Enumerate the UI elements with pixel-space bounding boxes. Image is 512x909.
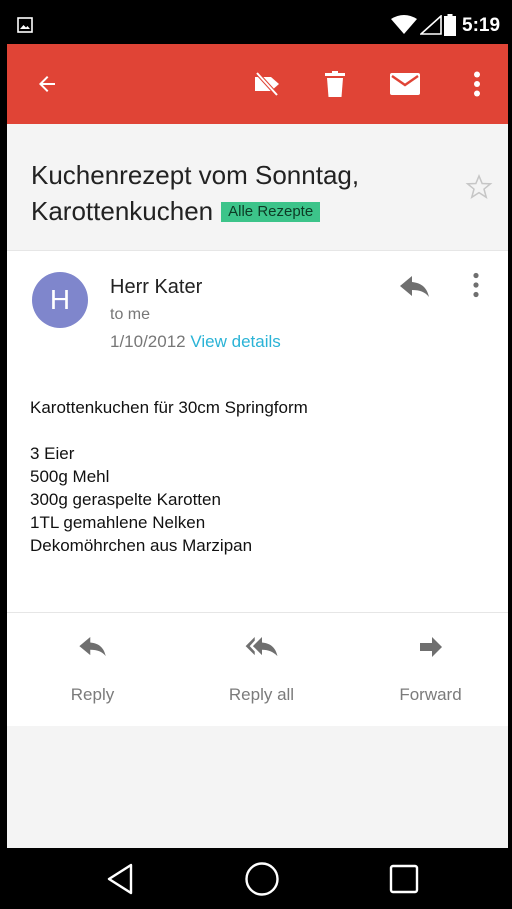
view-details-link[interactable]: View details bbox=[190, 332, 280, 351]
more-vert-icon[interactable] bbox=[472, 272, 480, 303]
navigation-bar bbox=[0, 848, 512, 909]
back-triangle-icon[interactable] bbox=[100, 848, 140, 909]
body-gap bbox=[30, 419, 480, 442]
body-intro: Karottenkuchen für 30cm Springform bbox=[30, 398, 308, 417]
forward-button[interactable]: Forward bbox=[347, 625, 512, 725]
signal-icon bbox=[418, 14, 442, 40]
message-date: 1/10/2012 bbox=[110, 332, 186, 351]
divider bbox=[7, 612, 508, 613]
reply-icon[interactable] bbox=[400, 276, 430, 303]
mail-icon[interactable] bbox=[385, 44, 425, 124]
sender-name: Herr Kater bbox=[110, 276, 203, 298]
wifi-icon bbox=[391, 15, 417, 40]
toolbar bbox=[7, 44, 508, 124]
reply-label: Reply bbox=[70, 685, 115, 704]
status-clock: 5:19 bbox=[462, 15, 501, 36]
recipient-line: to me bbox=[110, 306, 151, 323]
label-chip[interactable]: Alle Rezepte bbox=[221, 202, 321, 222]
divider bbox=[7, 250, 508, 251]
reply-button[interactable]: Reply bbox=[9, 625, 176, 725]
recents-square-icon[interactable] bbox=[384, 848, 424, 909]
status-bar: 5:19 bbox=[7, 6, 508, 44]
frame-left bbox=[0, 0, 7, 909]
reply-all-button[interactable]: Reply all bbox=[178, 625, 345, 725]
avatar[interactable]: H bbox=[32, 272, 88, 328]
reply-icon bbox=[9, 637, 176, 661]
forward-label: Forward bbox=[399, 685, 462, 704]
frame-right bbox=[508, 0, 512, 909]
ingredient-line: 1TL gemahlene Nelken bbox=[30, 513, 206, 532]
ingredient-line: 500g Mehl bbox=[30, 467, 110, 486]
label-off-icon[interactable] bbox=[247, 44, 287, 124]
ingredient-line: Dekomöhrchen aus Marzipan bbox=[30, 536, 253, 555]
more-vert-icon[interactable] bbox=[465, 44, 489, 124]
date-line: 1/10/2012 View details bbox=[110, 332, 281, 352]
back-arrow-icon[interactable] bbox=[29, 44, 65, 124]
star-icon[interactable] bbox=[465, 173, 493, 206]
message-body: Karottenkuchen für 30cm Springform 3 Eie… bbox=[30, 396, 480, 557]
reply-all-label: Reply all bbox=[228, 685, 295, 704]
forward-icon bbox=[347, 637, 512, 661]
home-circle-icon[interactable] bbox=[240, 848, 284, 909]
delete-icon[interactable] bbox=[319, 44, 351, 124]
subject-heading: Kuchenrezept vom Sonntag, Karottenkuchen… bbox=[31, 157, 451, 229]
reply-all-icon bbox=[178, 637, 345, 661]
gallery-icon bbox=[17, 17, 33, 38]
battery-icon bbox=[444, 14, 456, 41]
ingredient-line: 300g geraspelte Karotten bbox=[30, 490, 221, 509]
ingredient-line: 3 Eier bbox=[30, 444, 75, 463]
empty-area bbox=[7, 726, 508, 848]
subject-area: Kuchenrezept vom Sonntag, Karottenkuchen… bbox=[7, 124, 508, 250]
